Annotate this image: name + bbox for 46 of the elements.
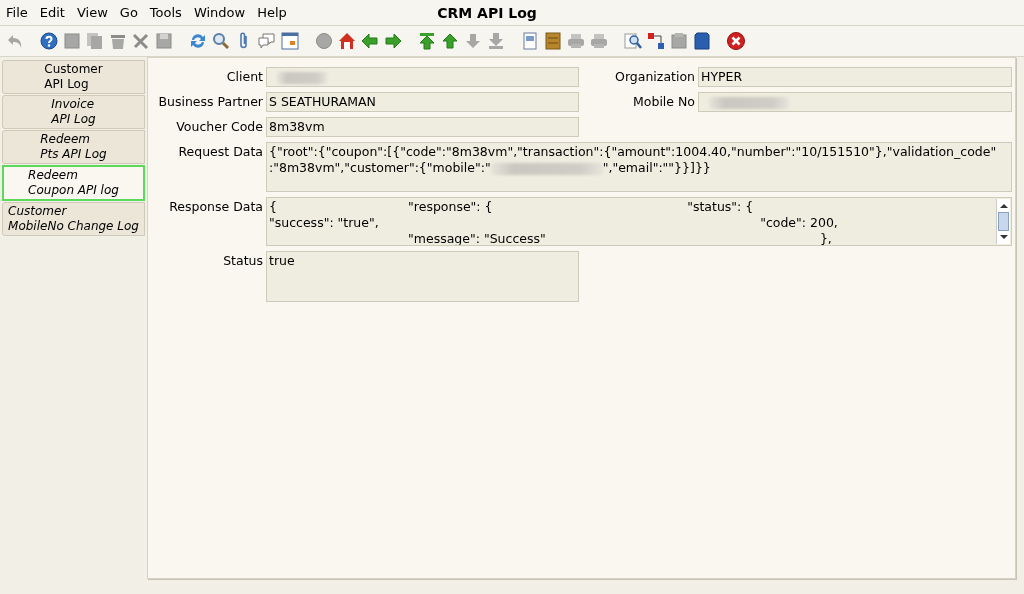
field-label: Mobile No: [633, 94, 695, 109]
scrollbar[interactable]: [996, 199, 1010, 244]
menu-item[interactable]: View: [70, 5, 114, 20]
field-label: Response Data: [169, 199, 263, 214]
tab[interactable]: Invoice API Log: [2, 95, 145, 129]
menu-item[interactable]: File: [0, 5, 34, 20]
menu-item[interactable]: Edit: [33, 5, 71, 20]
field-label: Voucher Code: [176, 119, 263, 134]
search-icon[interactable]: [211, 31, 231, 51]
window-title: CRM API Log: [437, 4, 537, 21]
field-label: Organization: [615, 69, 695, 84]
tab[interactable]: Redeem Pts API Log: [2, 130, 145, 164]
back-arrow-icon[interactable]: [360, 31, 380, 51]
tab[interactable]: Redeem Coupon API log: [2, 165, 145, 201]
up-arrow-icon[interactable]: [440, 31, 460, 51]
refresh-icon[interactable]: [188, 31, 208, 51]
workflow-icon[interactable]: [646, 31, 666, 51]
close-icon[interactable]: [726, 31, 746, 51]
text-area[interactable]: {"root":{"coupon":[{"code":"8m38vm","transaction":{"amount":1004.40,"number":"10/151510"},"validation_code" :"8m38vm","customer":{"mobile":" ","email":""}}]}}: [266, 142, 1012, 192]
menu-item[interactable]: Go: [113, 5, 144, 20]
field-label: Client: [226, 69, 263, 84]
text-field[interactable]: [698, 92, 1012, 112]
tab[interactable]: Customer MobileNo Change Log: [2, 202, 145, 236]
text-field[interactable]: [266, 67, 579, 87]
field-label: Status: [223, 253, 263, 268]
window-icon[interactable]: [280, 31, 300, 51]
tab[interactable]: Customer API Log: [2, 60, 145, 94]
field-label: Request Data: [178, 144, 263, 159]
speech-bubbles-icon[interactable]: [257, 31, 277, 51]
home-icon[interactable]: [337, 31, 357, 51]
text-area[interactable]: { "response": { "status": { "success": "true", "code": 200, "message": "Success" },: [266, 197, 1012, 246]
text-field[interactable]: HYPER: [698, 67, 1012, 87]
magnifier-icon[interactable]: [623, 31, 643, 51]
forward-arrow-icon[interactable]: [383, 31, 403, 51]
card-icon[interactable]: [692, 31, 712, 51]
first-record-icon[interactable]: [417, 31, 437, 51]
text-area[interactable]: true: [266, 251, 579, 302]
menu-item[interactable]: Window: [187, 5, 252, 20]
menu-item[interactable]: Help: [251, 5, 293, 20]
field-label: Business Partner: [158, 94, 263, 109]
document-icon[interactable]: [520, 31, 540, 51]
help-icon[interactable]: [39, 31, 59, 51]
text-field[interactable]: S SEATHURAMAN: [266, 92, 579, 112]
cabinet-icon[interactable]: [543, 31, 563, 51]
text-field[interactable]: 8m38vm: [266, 117, 579, 137]
menu-item[interactable]: Tools: [143, 5, 188, 20]
